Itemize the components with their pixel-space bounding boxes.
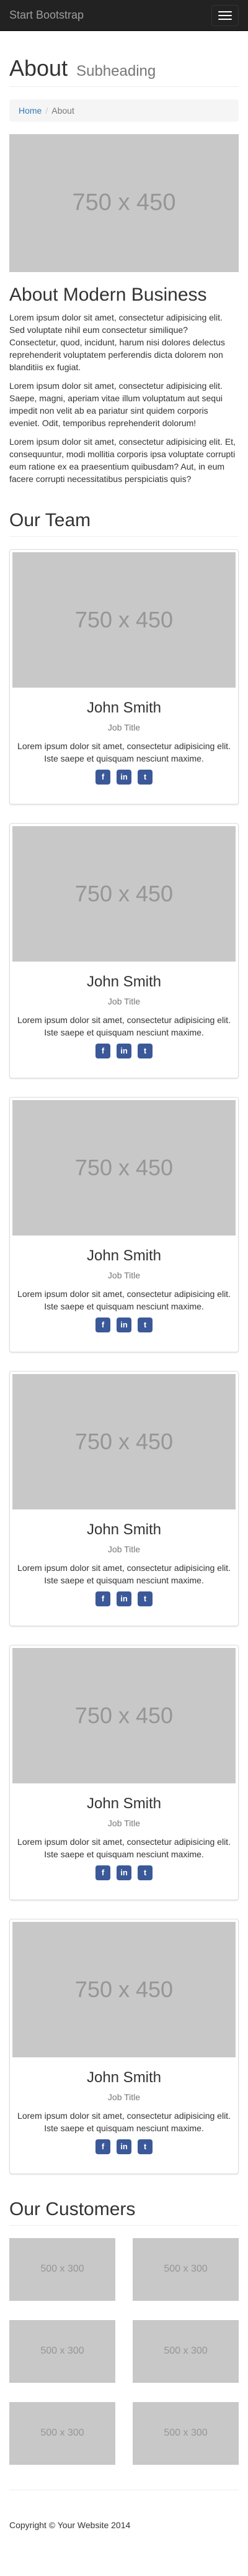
facebook-icon[interactable]: f <box>95 770 110 785</box>
customer-logo: 500 x 300 <box>133 2319 239 2383</box>
twitter-icon[interactable]: t <box>138 1044 153 1059</box>
social-links: f in t <box>12 1318 236 1333</box>
team-list: 750 x 450 John Smith Job Title Lorem ipsum … <box>9 548 239 2174</box>
linkedin-icon[interactable]: in <box>117 770 131 785</box>
twitter-icon[interactable]: t <box>138 1865 153 1881</box>
team-member-role: Job Title <box>107 1270 141 1281</box>
social-links: f in t <box>12 1044 236 1059</box>
linkedin-icon[interactable]: in <box>117 1591 131 1607</box>
team-member-bio: Lorem ipsum dolor sit amet, consectetur … <box>17 2111 231 2134</box>
team-member-photo: 750 x 450 <box>12 826 236 962</box>
team-member-role: Job Title <box>107 1544 141 1555</box>
facebook-icon[interactable]: f <box>95 1865 110 1881</box>
customers-heading: Our Customers <box>9 2198 136 2219</box>
breadcrumb-home-link[interactable]: Home <box>19 104 42 117</box>
team-member-photo: 750 x 450 <box>12 1373 236 1509</box>
team-member-bio: Lorem ipsum dolor sit amet, consectetur … <box>17 1837 231 1860</box>
customer-logo: 500 x 300 <box>133 2237 239 2301</box>
facebook-icon[interactable]: f <box>95 1591 110 1607</box>
team-member-bio: Lorem ipsum dolor sit amet, consectetur … <box>17 1289 231 1312</box>
customer-logo: 500 x 300 <box>9 2401 115 2465</box>
team-member-name: John Smith <box>86 2069 162 2086</box>
main-container: About Subheading Home / About 750 x 450 … <box>0 56 248 2556</box>
team-member-card: 750 x 450 John Smith Job Title Lorem ipsum … <box>9 1918 239 2174</box>
team-member-photo: 750 x 450 <box>12 1921 236 2057</box>
customers-header: Our Customers <box>9 2199 239 2226</box>
breadcrumb-current: About <box>51 105 74 116</box>
hamburger-icon-bar <box>218 18 232 20</box>
team-member-card: 750 x 450 John Smith Job Title Lorem ipsum … <box>9 822 239 1078</box>
menu-toggle-button[interactable] <box>211 4 239 26</box>
linkedin-icon[interactable]: in <box>117 1044 131 1059</box>
about-paragraph: Lorem ipsum dolor sit amet, consectetur … <box>9 380 223 428</box>
team-member-role: Job Title <box>107 1818 141 1829</box>
page-title: About Subheading <box>9 56 239 81</box>
team-member-name: John Smith <box>86 1247 162 1264</box>
about-image: 750 x 450 <box>9 134 239 272</box>
team-member-bio: Lorem ipsum dolor sit amet, consectetur … <box>17 741 231 764</box>
customer-logo: 500 x 300 <box>133 2401 239 2465</box>
about-paragraph: Lorem ipsum dolor sit amet, consectetur … <box>9 312 225 372</box>
team-member-bio: Lorem ipsum dolor sit amet, consectetur … <box>17 1563 231 1586</box>
team-member-photo: 750 x 450 <box>12 1647 236 1783</box>
brand-link[interactable]: Start Bootstrap <box>9 7 84 24</box>
team-header: Our Team <box>9 510 239 537</box>
linkedin-icon[interactable]: in <box>117 1865 131 1881</box>
team-member-role: Job Title <box>107 2092 141 2103</box>
page-subtitle: Subheading <box>76 63 156 80</box>
page-title-text: About <box>9 55 68 81</box>
page-header: About Subheading <box>9 56 239 87</box>
about-title: About Modern Business <box>9 284 207 305</box>
linkedin-icon[interactable]: in <box>117 1318 131 1333</box>
linkedin-icon[interactable]: in <box>117 2139 131 2155</box>
hamburger-icon-bar <box>218 11 232 12</box>
customer-grid: 500 x 300 500 x 300 500 x 300 500 x 300 500 … <box>9 2237 239 2465</box>
facebook-icon[interactable]: f <box>95 1044 110 1059</box>
customer-logo: 500 x 300 <box>9 2319 115 2383</box>
twitter-icon[interactable]: t <box>138 2139 153 2155</box>
navbar: Start Bootstrap <box>0 0 248 31</box>
hamburger-icon-bar <box>218 14 232 16</box>
breadcrumb: Home / About <box>9 99 239 122</box>
twitter-icon[interactable]: t <box>138 1591 153 1607</box>
social-links: f in t <box>12 2139 236 2155</box>
team-member-card: 750 x 450 John Smith Job Title Lorem ipsum … <box>9 548 239 804</box>
social-links: f in t <box>12 1865 236 1881</box>
footer: Copyright © Your Website 2014 <box>9 2519 239 2556</box>
copyright-text: Copyright © Your Website 2014 <box>9 2519 131 2530</box>
team-member-role: Job Title <box>107 996 141 1007</box>
team-heading: Our Team <box>9 509 91 530</box>
social-links: f in t <box>12 1591 236 1607</box>
breadcrumb-separator: / <box>45 105 48 116</box>
team-member-name: John Smith <box>86 1795 162 1812</box>
team-member-name: John Smith <box>86 1521 162 1538</box>
team-member-photo: 750 x 450 <box>12 552 236 688</box>
twitter-icon[interactable]: t <box>138 770 153 785</box>
team-member-bio: Lorem ipsum dolor sit amet, consectetur … <box>17 1015 231 1038</box>
facebook-icon[interactable]: f <box>95 1318 110 1333</box>
team-member-name: John Smith <box>86 699 162 716</box>
about-paragraph: Lorem ipsum dolor sit amet, consectetur … <box>9 436 236 484</box>
team-member-card: 750 x 450 John Smith Job Title Lorem ipsum … <box>9 1370 239 1626</box>
social-links: f in t <box>12 770 236 785</box>
team-member-photo: 750 x 450 <box>12 1099 236 1236</box>
team-member-name: John Smith <box>86 973 162 990</box>
twitter-icon[interactable]: t <box>138 1318 153 1333</box>
team-member-card: 750 x 450 John Smith Job Title Lorem ipsum … <box>9 1644 239 1900</box>
team-member-role: Job Title <box>107 722 141 733</box>
customer-logo: 500 x 300 <box>9 2237 115 2301</box>
facebook-icon[interactable]: f <box>95 2139 110 2155</box>
team-member-card: 750 x 450 John Smith Job Title Lorem ipsum … <box>9 1096 239 1352</box>
